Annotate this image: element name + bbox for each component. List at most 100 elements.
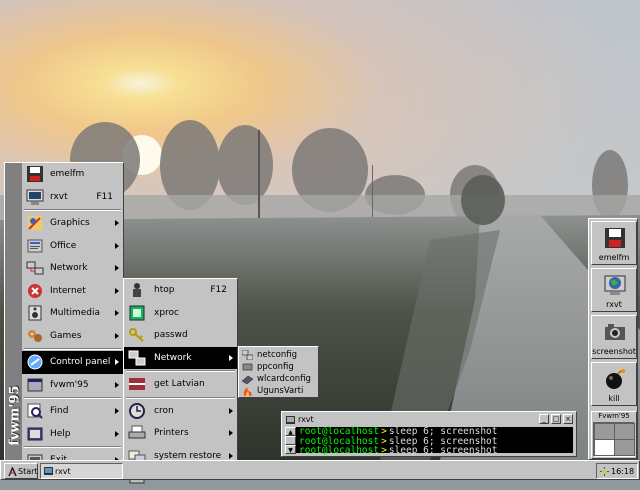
menu-item-label: Network <box>154 352 192 363</box>
menu-item-network[interactable]: Network <box>22 257 123 280</box>
internet-icon <box>28 283 42 298</box>
terminal-line: root@localhost > sleep 6; screenshot <box>299 446 497 456</box>
menu-item-label: Graphics <box>50 218 90 229</box>
keys-icon <box>129 328 144 342</box>
scroll-thumb[interactable] <box>285 436 296 445</box>
dock-button-kill[interactable]: kill <box>591 362 637 406</box>
network-icon <box>26 261 44 275</box>
menu-item-label: Games <box>50 330 82 341</box>
minimize-button[interactable]: _ <box>539 414 549 424</box>
maximize-button[interactable]: □ <box>551 414 561 424</box>
menu-item-games[interactable]: Games <box>22 325 123 348</box>
control-panel-submenu: htop F12 xproc passwd Network get Latvia… <box>123 278 238 484</box>
menu-item-printers[interactable]: Printers <box>124 422 237 445</box>
multimedia-icon <box>28 305 42 321</box>
pager-desk-2[interactable] <box>614 423 635 440</box>
find-icon <box>27 403 43 419</box>
scroll-down-icon[interactable]: ▼ <box>285 445 296 454</box>
menu-item-ugunsvarti[interactable]: UgunsVarti <box>239 385 318 397</box>
menu-item-label: htop <box>154 285 175 296</box>
menu-item-help[interactable]: Help <box>22 423 123 446</box>
menu-item-label: emelfm <box>50 169 85 180</box>
menu-item-label: Printers <box>154 428 189 439</box>
terminal-title: rxvt <box>298 415 314 424</box>
dock-button-emelfm[interactable]: emelfm <box>591 221 637 265</box>
menu-item-wlcardconfig[interactable]: wlcardconfig <box>239 373 318 385</box>
menu-separator <box>24 397 121 399</box>
menu-item-fvwm95[interactable]: fvwm'95 <box>22 374 123 397</box>
pager-desk-3-current[interactable] <box>594 439 615 456</box>
menu-separator <box>24 209 121 211</box>
menu-side-banner: fvwm'95 <box>5 163 23 461</box>
taskbar-task-rxvt[interactable]: rxvt <box>40 463 123 479</box>
dock-button-label: rxvt <box>606 300 622 309</box>
submenu-arrow-icon <box>115 359 119 365</box>
clock: 16:18 <box>611 466 635 476</box>
menu-item-find[interactable]: Find <box>22 400 123 423</box>
terminal-titlebar[interactable]: rxvt _ □ × <box>283 413 575 426</box>
menu-item-control-panel[interactable]: Control panel <box>22 351 123 374</box>
office-icon <box>27 239 43 252</box>
menu-item-multimedia[interactable]: Multimedia <box>22 302 123 325</box>
globe-monitor-icon <box>604 275 626 295</box>
netconfig-icon <box>242 350 253 360</box>
submenu-arrow-icon <box>115 430 119 437</box>
menu-item-network-settings[interactable]: Network <box>124 346 237 369</box>
menu-item-label: Office <box>50 240 77 251</box>
menu-item-emelfm[interactable]: emelfm <box>22 163 123 186</box>
terminal-task-icon <box>44 467 53 475</box>
menu-item-label: UgunsVarti <box>257 386 304 396</box>
menu-item-label: get Latvian <box>154 379 205 390</box>
terminal-body[interactable]: ▲ ▼ root@localhost > sleep 6; screenshot r… <box>285 427 573 456</box>
submenu-arrow-icon <box>115 265 119 271</box>
terminal-output: root@localhost > sleep 6; screenshot root@… <box>299 427 497 456</box>
cron-icon <box>129 402 145 419</box>
menu-brand: fvwm'95 <box>7 385 23 446</box>
wlcard-icon <box>242 375 253 384</box>
menu-separator <box>126 370 235 372</box>
control-panel-icon <box>27 354 43 370</box>
terminal-scrollbar[interactable]: ▲ ▼ <box>285 427 296 454</box>
menu-item-ppconfig[interactable]: ppconfig <box>239 361 318 373</box>
pager-desk-1[interactable] <box>594 423 615 440</box>
dock-button-rxvt[interactable]: rxvt <box>591 268 637 312</box>
prompt-arrow: > <box>381 445 387 456</box>
menu-item-label: Internet <box>50 285 86 296</box>
dock-button-screenshot[interactable]: screenshot <box>591 315 637 359</box>
start-icon <box>8 467 17 477</box>
menu-item-netconfig[interactable]: netconfig <box>239 349 318 361</box>
menu-item-office[interactable]: Office <box>22 235 123 258</box>
menu-item-xproc[interactable]: xproc <box>124 302 237 325</box>
menu-item-rxvt[interactable]: rxvt F11 <box>22 186 123 209</box>
menu-item-label: ppconfig <box>257 362 294 372</box>
menu-item-get-latvian[interactable]: get Latvian <box>124 373 237 396</box>
submenu-arrow-icon <box>115 287 119 294</box>
dock-button-label: kill <box>608 394 620 403</box>
pager-label: Fvwm'95 <box>598 412 630 420</box>
start-menu: fvwm'95 emelfm rxvt F11 Graphics Office … <box>4 162 124 466</box>
menu-item-passwd[interactable]: passwd <box>124 324 237 347</box>
submenu-arrow-icon <box>229 452 233 459</box>
start-button[interactable]: Start <box>4 463 38 479</box>
menu-shortcut: F12 <box>210 285 227 296</box>
menu-item-label: xproc <box>154 307 179 318</box>
menu-item-internet[interactable]: Internet <box>22 280 123 303</box>
pager-desk-4[interactable] <box>614 439 635 456</box>
menu-separator <box>24 348 121 350</box>
taskbar: Start rxvt 16:18 <box>0 460 640 480</box>
scroll-up-icon[interactable]: ▲ <box>285 427 296 436</box>
menu-item-label: rxvt <box>50 191 68 202</box>
submenu-arrow-icon <box>115 220 119 226</box>
menu-separator <box>126 396 235 399</box>
menu-item-graphics[interactable]: Graphics <box>22 212 123 235</box>
terminal-window: rxvt _ □ × ▲ ▼ root@localhost > sleep 6; s… <box>281 411 577 457</box>
help-icon <box>27 427 43 440</box>
desktop-pager: Fvwm'95 <box>591 411 637 459</box>
network-computers-icon <box>128 350 146 365</box>
close-button[interactable]: × <box>563 414 573 424</box>
menu-item-htop[interactable]: htop F12 <box>124 279 237 302</box>
start-menu-items: emelfm rxvt F11 Graphics Office Network … <box>22 163 123 472</box>
menu-item-label: Multimedia <box>50 308 101 319</box>
floppy-icon <box>27 166 43 182</box>
menu-item-cron[interactable]: cron <box>124 400 237 423</box>
